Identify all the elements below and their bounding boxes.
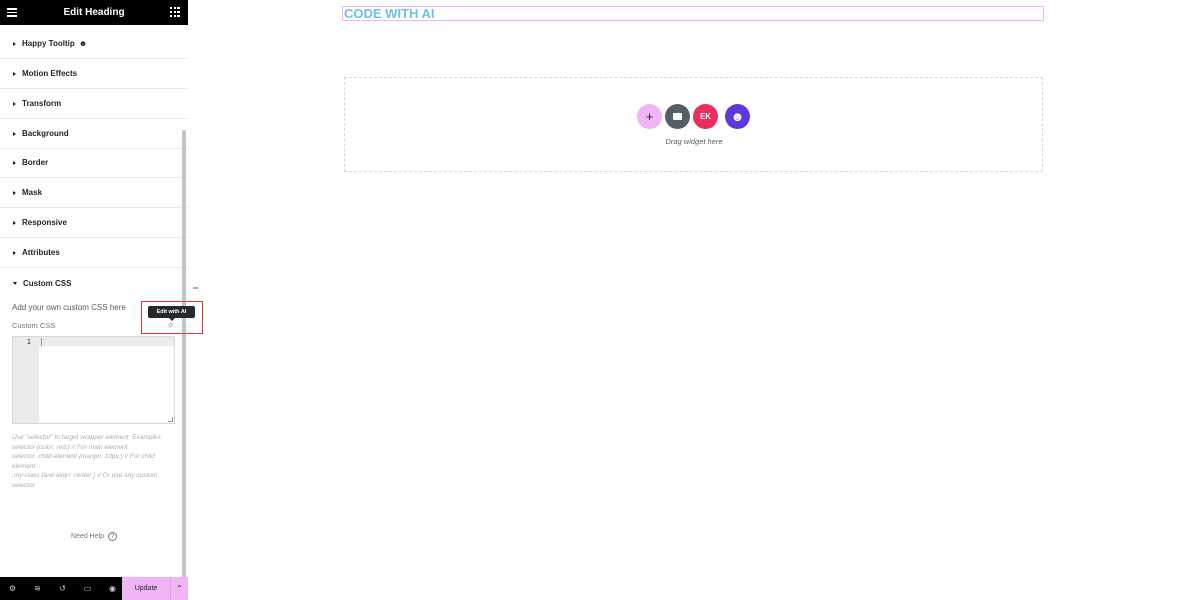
section-mask[interactable]: Mask — [0, 178, 188, 208]
responsive-icon[interactable]: ▭ — [75, 577, 100, 600]
custom-css-label: Custom CSS — [12, 321, 56, 330]
section-label: Border — [22, 158, 49, 167]
happy-face-icon: ☻ — [730, 109, 745, 124]
section-label: Mask — [22, 188, 43, 197]
chevron-up-icon[interactable]: ⌃ — [170, 577, 188, 600]
folder-icon — [673, 113, 682, 120]
caret-right-icon — [13, 71, 16, 76]
drag-widget-hint: Drag widget here — [665, 137, 723, 146]
template-library-button[interactable] — [665, 104, 690, 129]
plus-icon: + — [645, 109, 654, 124]
need-help-link[interactable]: Need Help ? — [71, 532, 118, 541]
custom-css-editor[interactable]: 1 — [12, 336, 175, 424]
caret-down-icon — [13, 281, 17, 285]
section-happy-tooltip[interactable]: Happy Tooltip ☻ — [0, 29, 188, 59]
caret-right-icon — [13, 131, 16, 136]
section-label: Attributes — [22, 248, 60, 257]
need-help-label: Need Help — [71, 533, 105, 540]
hamburger-icon[interactable] — [7, 8, 17, 17]
section-attributes[interactable]: Attributes — [0, 238, 188, 268]
caret-right-icon — [13, 250, 16, 255]
section-label: Motion Effects — [22, 69, 78, 78]
help-line: selector .child-element {margin: 10px;} … — [12, 453, 155, 470]
line-number: 1 — [26, 338, 31, 346]
custom-css-description: Add your own custom CSS here — [12, 303, 126, 312]
section-label: Custom CSS — [23, 278, 72, 288]
elementskit-button[interactable]: EK — [693, 104, 718, 129]
highlight-box — [141, 301, 203, 334]
text-cursor — [41, 338, 42, 346]
caret-right-icon — [13, 101, 16, 106]
panel-scrollbar[interactable] — [182, 130, 186, 578]
active-line — [39, 337, 174, 346]
line-gutter — [13, 337, 39, 423]
panel-footer: ⚙ ≋ ↺ ▭ ◉ Update ⌃ — [0, 577, 188, 600]
add-section-button[interactable]: + — [637, 104, 662, 129]
section-label: Responsive — [22, 218, 67, 227]
help-line: Use "selector" to target wrapper element… — [12, 434, 163, 441]
section-label: Background — [22, 129, 69, 138]
layers-icon[interactable]: ≋ — [25, 577, 50, 600]
heading-text[interactable]: CODE WITH AI — [344, 7, 435, 21]
section-responsive[interactable]: Responsive — [0, 208, 188, 238]
section-motion-effects[interactable]: Motion Effects — [0, 59, 188, 89]
panel-header: Edit Heading — [0, 0, 188, 25]
section-transform[interactable]: Transform — [0, 89, 188, 119]
update-button[interactable]: Update — [122, 577, 170, 600]
settings-icon[interactable]: ⚙ — [0, 577, 25, 600]
panel-resize-handle[interactable] — [193, 287, 198, 289]
empty-section-dropzone[interactable] — [344, 77, 1043, 172]
editor-panel: Edit Heading Happy Tooltip ☻ Motion Effe… — [0, 0, 203, 600]
section-custom-css[interactable]: Custom CSS — [0, 268, 188, 298]
happy-addons-icon: ☻ — [78, 39, 88, 48]
question-circle-icon: ? — [108, 532, 118, 541]
caret-right-icon — [13, 160, 16, 165]
help-line: .my-class {text-align: center;} // Or us… — [12, 472, 158, 489]
section-label: Transform — [22, 99, 62, 108]
happy-addons-button[interactable]: ☻ — [725, 104, 750, 129]
section-border[interactable]: Border — [0, 148, 188, 178]
caret-right-icon — [13, 41, 16, 46]
caret-right-icon — [13, 190, 16, 195]
elementskit-icon: EK — [699, 112, 712, 121]
custom-css-help: Use "selector" to target wrapper element… — [12, 433, 172, 490]
section-label: Happy Tooltip — [22, 39, 75, 48]
help-line: selector {color: red;} // For main eleme… — [12, 443, 128, 451]
panel-title: Edit Heading — [63, 7, 125, 18]
section-background[interactable]: Background — [0, 119, 188, 149]
grid-icon[interactable] — [170, 7, 180, 17]
heading-widget[interactable]: CODE WITH AI — [342, 6, 1044, 21]
caret-right-icon — [13, 220, 16, 225]
resize-handle-icon[interactable] — [168, 417, 173, 422]
history-icon[interactable]: ↺ — [50, 577, 75, 600]
